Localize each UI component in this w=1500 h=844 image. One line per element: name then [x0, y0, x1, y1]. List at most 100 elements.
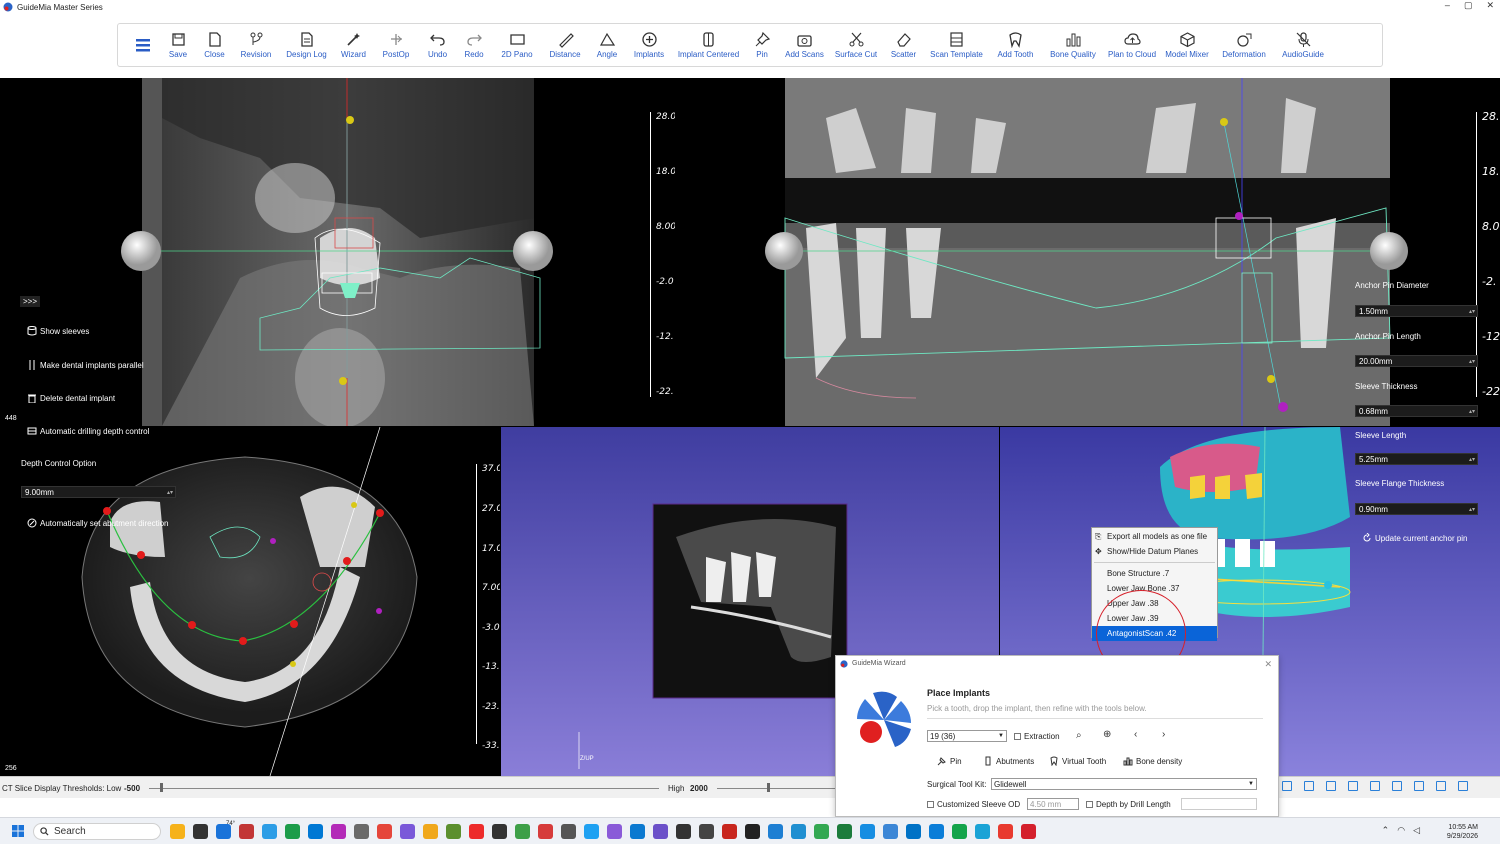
- taskbar-app-icon[interactable]: [170, 824, 185, 839]
- taskbar-app-icon[interactable]: [699, 824, 714, 839]
- previous-icon[interactable]: ‹: [1134, 729, 1137, 740]
- taskbar-app-icon[interactable]: [561, 824, 576, 839]
- toolbar-scan-template-button[interactable]: Scan Template: [925, 24, 988, 66]
- anchor-pin-length-field[interactable]: 20.00mm ▴▾: [1355, 355, 1478, 367]
- datum-planes-item[interactable]: ✥ Show/Hide Datum Planes: [1092, 544, 1217, 559]
- customized-sleeve-checkbox[interactable]: Customized Sleeve OD: [927, 800, 1020, 809]
- taskbar-app-icon[interactable]: [400, 824, 415, 839]
- depth-control-field[interactable]: 9.00mm ▴▾: [21, 486, 176, 498]
- layout-icon[interactable]: [1392, 781, 1402, 791]
- toolbar-add-tooth-button[interactable]: Add Tooth: [988, 24, 1043, 66]
- abutments-tool-button[interactable]: Abutments: [983, 756, 1034, 766]
- hamburger-menu-button[interactable]: [126, 24, 160, 66]
- auto-depth-button[interactable]: Automatic drilling depth control: [27, 426, 149, 436]
- toolbar-surface-cut-button[interactable]: Surface Cut: [830, 24, 882, 66]
- layout-icon[interactable]: [1348, 781, 1358, 791]
- update-anchor-button[interactable]: Update current anchor pin: [1362, 533, 1468, 543]
- viewport-coronal[interactable]: 28.0 18.0 8.00 -2.0 -12. -22. 448 9: [0, 78, 675, 426]
- drill-length-select[interactable]: [1181, 798, 1257, 810]
- taskbar-app-icon[interactable]: [607, 824, 622, 839]
- toolbar-postop-button[interactable]: PostOp: [373, 24, 419, 66]
- taskbar-app-icon[interactable]: [814, 824, 829, 839]
- toolbar-angle-button[interactable]: Angle: [588, 24, 626, 66]
- taskbar-app-icon[interactable]: [975, 824, 990, 839]
- taskbar-app-icon[interactable]: [1021, 824, 1036, 839]
- taskbar-app-icon[interactable]: [285, 824, 300, 839]
- taskbar-app-icon[interactable]: [538, 824, 553, 839]
- toolbar-audioguide-button[interactable]: AudioGuide: [1275, 24, 1331, 66]
- layout-icon[interactable]: [1326, 781, 1336, 791]
- toolbar-design-log-button[interactable]: Design Log: [279, 24, 334, 66]
- minimize-button[interactable]: –: [1445, 0, 1450, 11]
- bone-density-tool-button[interactable]: Bone density: [1123, 756, 1182, 766]
- taskbar-clock[interactable]: 10:55 AM 9/29/2026: [1447, 823, 1478, 841]
- wizard-close-icon[interactable]: ✕: [1264, 656, 1272, 672]
- layout-icon[interactable]: [1370, 781, 1380, 791]
- taskbar-app-icon[interactable]: [515, 824, 530, 839]
- toolbar-undo-button[interactable]: Undo: [419, 24, 456, 66]
- layout-icon[interactable]: [1414, 781, 1424, 791]
- sleeve-flange-field[interactable]: 0.90mm ▴▾: [1355, 503, 1478, 515]
- taskbar-app-icon[interactable]: [193, 824, 208, 839]
- taskbar-app-icon[interactable]: [860, 824, 875, 839]
- taskbar-app-icon[interactable]: [906, 824, 921, 839]
- taskbar-app-icon[interactable]: [929, 824, 944, 839]
- taskbar-app-icon[interactable]: [446, 824, 461, 839]
- taskbar-search-box[interactable]: Search: [33, 823, 161, 840]
- taskbar-app-icon[interactable]: [768, 824, 783, 839]
- toolbar-redo-button[interactable]: Redo: [456, 24, 492, 66]
- layout-icon[interactable]: [1282, 781, 1292, 791]
- viewport-panoramic[interactable]: 28. 18. 8.0 -2. -12 -22: [676, 78, 1500, 426]
- taskbar-app-icon[interactable]: [331, 824, 346, 839]
- taskbar-app-icon[interactable]: [584, 824, 599, 839]
- high-threshold-slider[interactable]: [717, 788, 835, 789]
- low-threshold-handle[interactable]: [160, 783, 163, 792]
- add-implant-icon[interactable]: ⊕: [1103, 729, 1111, 740]
- zoom-fit-icon[interactable]: ⌕: [1076, 730, 1082, 741]
- toolbar-implants-button[interactable]: Implants: [626, 24, 672, 66]
- taskbar-app-icon[interactable]: [722, 824, 737, 839]
- taskbar-app-icon[interactable]: [423, 824, 438, 839]
- pin-tool-button[interactable]: Pin: [937, 756, 962, 766]
- virtual-tooth-tool-button[interactable]: Virtual Tooth: [1049, 756, 1106, 766]
- toolbar-implant-centered-button[interactable]: Implant Centered: [672, 24, 745, 66]
- low-threshold-slider[interactable]: [149, 788, 659, 789]
- toolbar-wizard-button[interactable]: Wizard: [334, 24, 373, 66]
- auto-abutment-button[interactable]: Automatically set abutment direction: [27, 518, 169, 528]
- toolbar-model-mixer-button[interactable]: Model Mixer: [1161, 24, 1213, 66]
- depth-by-drill-checkbox[interactable]: Depth by Drill Length: [1086, 800, 1171, 809]
- maximize-button[interactable]: ▢: [1464, 0, 1473, 11]
- chevron-up-icon[interactable]: ⌃: [1382, 825, 1390, 836]
- toolbar-revision-button[interactable]: Revision: [233, 24, 279, 66]
- taskbar-app-icon[interactable]: [469, 824, 484, 839]
- taskbar-app-icon[interactable]: [492, 824, 507, 839]
- toolbar-pin-button[interactable]: Pin: [745, 24, 779, 66]
- taskbar-app-icon[interactable]: [630, 824, 645, 839]
- taskbar-app-icon[interactable]: [676, 824, 691, 839]
- layout-icon[interactable]: [1458, 781, 1468, 791]
- toolbar-save-button[interactable]: Save: [160, 24, 196, 66]
- taskbar-app-icon[interactable]: [837, 824, 852, 839]
- viewport-axial[interactable]: 37.0 27.0 17.0 7.00 -3.0 -13. -23. -33. …: [0, 427, 500, 776]
- taskbar-app-icon[interactable]: [354, 824, 369, 839]
- layout-icon[interactable]: [1436, 781, 1446, 791]
- toolbar-add-scans-button[interactable]: Add Scans: [779, 24, 830, 66]
- toolbar-scatter-button[interactable]: Scatter: [882, 24, 925, 66]
- high-threshold-handle[interactable]: [767, 783, 770, 792]
- wifi-icon[interactable]: ◠: [1397, 825, 1405, 836]
- make-parallel-button[interactable]: Make dental implants parallel: [27, 360, 144, 370]
- toolbar-distance-button[interactable]: Distance: [542, 24, 588, 66]
- export-models-item[interactable]: ⎘ Export all models as one file: [1092, 529, 1217, 544]
- taskbar-app-icon[interactable]: [262, 824, 277, 839]
- toolbar-close-button[interactable]: Close: [196, 24, 233, 66]
- anchor-pin-diameter-field[interactable]: 1.50mm ▴▾: [1355, 305, 1478, 317]
- toolbar-2d-pano-button[interactable]: 2D Pano: [492, 24, 542, 66]
- tool-kit-select[interactable]: Glidewell ▼: [991, 778, 1257, 790]
- close-button[interactable]: ✕: [1486, 0, 1494, 11]
- sleeve-length-field[interactable]: 5.25mm ▴▾: [1355, 453, 1478, 465]
- taskbar-app-icon[interactable]: [216, 824, 231, 839]
- sleeve-thickness-field[interactable]: 0.68mm ▴▾: [1355, 405, 1478, 417]
- toolbar-bone-quality-button[interactable]: Bone Quality: [1043, 24, 1103, 66]
- volume-icon[interactable]: ◁: [1413, 825, 1420, 836]
- taskbar-app-icon[interactable]: [377, 824, 392, 839]
